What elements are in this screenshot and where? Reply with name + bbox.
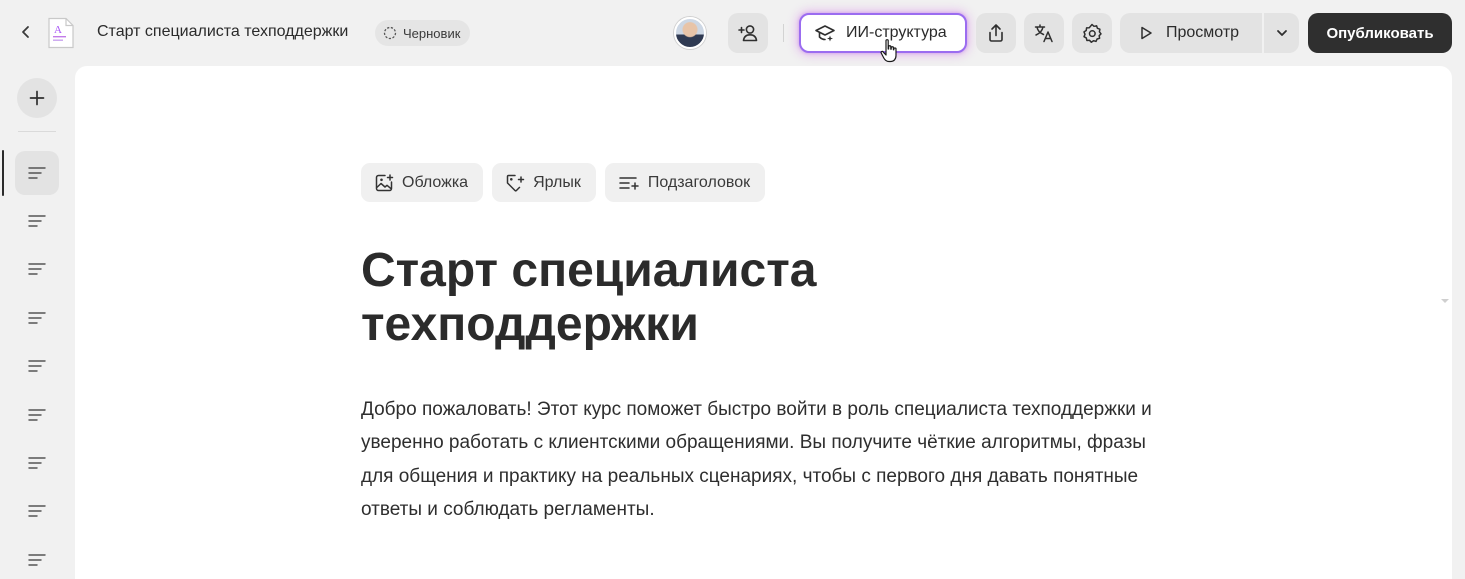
share-button[interactable] xyxy=(976,13,1016,53)
sections-sidebar xyxy=(0,66,75,579)
gear-icon xyxy=(1083,23,1102,43)
share-upload-icon xyxy=(989,24,1003,42)
translate-icon xyxy=(1034,24,1053,43)
block-options-toolbar: Обложка Ярлык Подзаголовок xyxy=(361,163,766,202)
active-section-indicator xyxy=(2,150,4,196)
sidebar-section-item[interactable] xyxy=(15,344,59,388)
add-section-button[interactable] xyxy=(17,78,57,118)
add-subtitle-button[interactable]: Подзаголовок xyxy=(604,163,766,202)
add-cover-label: Обложка xyxy=(402,173,469,191)
add-subtitle-label: Подзаголовок xyxy=(647,173,751,191)
sidebar-section-item[interactable] xyxy=(15,441,59,485)
toolbar-divider xyxy=(783,24,784,42)
play-icon xyxy=(1141,26,1152,40)
text-lines-icon xyxy=(28,505,46,517)
sidebar-section-item[interactable] xyxy=(15,151,59,195)
preview-options-dropdown[interactable] xyxy=(1264,13,1299,53)
document-icon: A xyxy=(48,17,74,49)
status-label: Черновик xyxy=(403,25,461,41)
chevron-left-icon xyxy=(22,26,29,38)
scroll-indicator[interactable] xyxy=(1441,299,1449,303)
sidebar-section-item[interactable] xyxy=(15,538,59,579)
text-lines-icon xyxy=(28,312,46,324)
add-label-label: Ярлык xyxy=(533,173,581,191)
settings-button[interactable] xyxy=(1072,13,1112,53)
preview-label: Просмотр xyxy=(1166,24,1240,41)
graduation-cap-sparkle-icon xyxy=(815,25,835,42)
invite-user-button[interactable] xyxy=(728,13,768,53)
add-user-icon xyxy=(738,25,758,42)
text-lines-icon xyxy=(28,263,46,275)
avatar[interactable] xyxy=(674,17,706,49)
doc-icon-letter: A xyxy=(54,24,62,36)
back-button[interactable] xyxy=(14,20,38,44)
chevron-down-icon xyxy=(1276,30,1287,36)
status-badge[interactable]: Черновик xyxy=(375,20,471,46)
text-lines-icon xyxy=(28,360,46,372)
document-title[interactable]: Старт специалиста техподдержки xyxy=(97,23,348,41)
image-plus-icon xyxy=(375,173,394,191)
text-plus-icon xyxy=(619,176,639,190)
text-lines-icon xyxy=(28,409,46,421)
text-lines-icon xyxy=(28,554,46,566)
tag-plus-icon xyxy=(506,174,525,192)
dashed-circle-icon xyxy=(383,26,397,40)
sidebar-section-item[interactable] xyxy=(15,489,59,533)
sidebar-section-item[interactable] xyxy=(15,393,59,437)
ai-structure-label: ИИ-структура xyxy=(846,24,947,41)
page-title[interactable]: Старт специалиста техподдержки xyxy=(361,244,1001,352)
sidebar-section-item[interactable] xyxy=(15,247,59,291)
translate-button[interactable] xyxy=(1024,13,1064,53)
sidebar-divider xyxy=(18,131,56,132)
editor-app: A Старт специалиста техподдержки Чернови… xyxy=(0,0,1465,579)
text-lines-icon xyxy=(28,457,46,469)
ai-structure-button[interactable]: ИИ-структура xyxy=(799,13,967,53)
add-cover-button[interactable]: Обложка xyxy=(361,163,484,202)
add-label-button[interactable]: Ярлык xyxy=(492,163,596,202)
top-bar: A Старт специалиста техподдержки Чернови… xyxy=(0,0,1465,66)
intro-paragraph[interactable]: Добро пожаловать! Этот курс поможет быст… xyxy=(361,393,1161,526)
publish-button[interactable]: Опубликовать xyxy=(1308,13,1452,53)
editor-canvas: Обложка Ярлык Подзаголовок Старт специал… xyxy=(75,66,1452,579)
sidebar-section-item[interactable] xyxy=(15,296,59,340)
preview-button[interactable]: Просмотр xyxy=(1120,13,1262,53)
sidebar-section-item[interactable] xyxy=(15,199,59,243)
plus-icon xyxy=(29,90,45,106)
text-lines-icon xyxy=(28,167,46,179)
text-lines-icon xyxy=(28,215,46,227)
